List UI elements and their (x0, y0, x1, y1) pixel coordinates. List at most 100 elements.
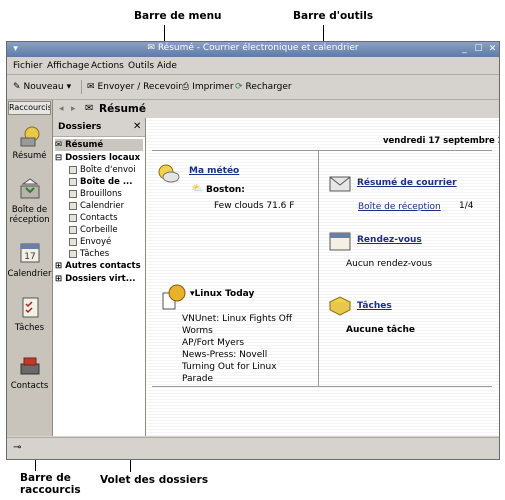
news-feed-title[interactable]: ▾Linux Today (190, 289, 254, 299)
weather-icon (158, 164, 180, 183)
send-receive-label: Envoyer / Recevoir (97, 82, 182, 92)
tasks-icon (22, 297, 38, 318)
app-window: ▾ ✉ Résumé - Courrier électronique et ca… (6, 41, 500, 460)
window-title: ✉ Résumé - Courrier électronique et cale… (7, 43, 499, 53)
menu-outils[interactable]: Outils (128, 61, 154, 71)
no-appointments: Aucun rendez-vous (346, 259, 433, 269)
folder-pane-title: Dossiers (58, 122, 102, 132)
callout-menu-bar: Barre de menu (134, 10, 222, 22)
close-icon[interactable]: ✕ (487, 44, 498, 55)
shortcuts-tab[interactable]: Raccourcis (8, 101, 51, 115)
trash-icon (69, 226, 77, 234)
news-line[interactable]: News-Press: Novell (182, 349, 292, 361)
callout-folder-pane: Volet des dossiers (100, 474, 209, 486)
inbox-link[interactable]: Boîte de réception (358, 202, 441, 212)
shortcut-contacts-label: Contacts (10, 381, 49, 391)
news-line[interactable]: Worms (182, 325, 292, 337)
weather-city-colon: : (241, 185, 245, 195)
tree-label: Calendrier (80, 201, 125, 211)
send-receive-icon: ✉ (87, 82, 95, 92)
title-bar[interactable]: ▾ ✉ Résumé - Courrier électronique et ca… (7, 42, 499, 57)
tree-label: Résumé (65, 140, 104, 150)
menu-aide[interactable]: Aide (157, 61, 177, 71)
calendar-icon: 17 (20, 243, 39, 263)
mail-summary-link[interactable]: Résumé de courrier (357, 178, 457, 188)
tree-item-inbox[interactable]: Boîte de ... (69, 176, 133, 188)
collapse-icon[interactable]: ⊟ (55, 153, 62, 163)
top-divider (152, 150, 492, 151)
reload-label: Recharger (245, 82, 292, 92)
tree-item-summary[interactable]: ✉ Résumé (55, 139, 143, 151)
news-headlines: VNUnet: Linux Fights Off Worms AP/Fort M… (182, 313, 292, 385)
expand-icon[interactable]: ⊞ (55, 274, 62, 284)
news-line[interactable]: VNUnet: Linux Fights Off (182, 313, 292, 325)
inbox-icon (20, 178, 39, 199)
tree-item-sent[interactable]: Envoyé (69, 236, 111, 248)
tasks-link[interactable]: Tâches (357, 301, 392, 311)
print-label: Imprimer (192, 82, 234, 92)
tree-item-other-contacts[interactable]: ⊞ Autres contacts (55, 260, 141, 272)
news-line[interactable]: Turning Out for Linux (182, 361, 292, 373)
contacts-small-icon (69, 214, 77, 222)
menu-actions[interactable]: Actions (91, 61, 124, 71)
tree-label: Envoyé (80, 237, 112, 247)
shortcut-summary[interactable]: Résumé (7, 122, 52, 161)
folder-pane-header: Dossiers ✕ (53, 118, 145, 137)
tree-label: Dossiers virt... (65, 274, 136, 284)
path-title: Résumé (99, 103, 146, 115)
shortcut-contacts[interactable]: Contacts (7, 352, 52, 391)
folder-pane: Dossiers ✕ ✉ Résumé ⊟ Dossiers locaux Boît… (53, 118, 146, 436)
print-button[interactable]: ⎙ Imprimer (182, 80, 234, 94)
weather-conditions: Few clouds 71.6 F (214, 201, 295, 211)
toolbar-separator (81, 80, 82, 94)
calendar-small-icon (69, 202, 77, 210)
new-icon: ✎ (13, 82, 21, 92)
tree-item-contacts[interactable]: Contacts (69, 212, 118, 224)
menu-fichier[interactable]: Fichier (13, 61, 42, 71)
tree-item-tasks[interactable]: Tâches (69, 248, 109, 260)
window-title-text: Résumé - Courrier électronique et calend… (157, 43, 359, 53)
new-button[interactable]: ✎ Nouveau ▾ (13, 80, 71, 94)
few-clouds-icon: ⛅ (192, 184, 204, 194)
status-bar: ⊸ (7, 437, 499, 459)
printer-icon: ⎙ (182, 82, 190, 92)
shortcut-inbox[interactable]: Boîte de réception (7, 176, 52, 225)
expand-icon[interactable]: ⊞ (55, 261, 62, 271)
reload-button[interactable]: ⟳ Recharger (235, 80, 292, 94)
tree-label: Corbeille (80, 225, 118, 235)
tree-item-trash[interactable]: Corbeille (69, 224, 118, 236)
back-icon[interactable]: ◂ (59, 104, 64, 114)
tree-label: Dossiers locaux (65, 153, 141, 163)
tree-item-local-folders[interactable]: ⊟ Dossiers locaux (55, 152, 140, 164)
inbox-count: 1/4 (459, 201, 474, 211)
shortcut-summary-label: Résumé (12, 151, 47, 161)
menu-affichage[interactable]: Affichage (47, 61, 89, 71)
summary-icon (20, 126, 39, 147)
shortcut-calendar-label: Calendrier (7, 269, 52, 279)
tree-item-drafts[interactable]: Brouillons (69, 188, 122, 200)
summary-small-icon: ✉ (147, 43, 155, 53)
forward-icon[interactable]: ▸ (71, 104, 76, 114)
tree-item-outbox[interactable]: Boîte d'envoi (69, 164, 136, 176)
summary-path-icon: ✉ (85, 103, 94, 114)
maximize-icon[interactable]: ☐ (473, 44, 484, 55)
column-divider (318, 151, 319, 387)
tree-item-calendar[interactable]: Calendrier (69, 200, 124, 212)
shortcut-calendar[interactable]: 17 Calendrier (7, 240, 52, 279)
folder-pane-close-icon[interactable]: ✕ (133, 121, 141, 132)
weather-link[interactable]: Ma météo (189, 166, 239, 176)
minimize-icon[interactable]: _ (459, 44, 470, 55)
shortcut-tasks[interactable]: Tâches (7, 294, 52, 333)
news-icon (162, 284, 186, 310)
tree-item-virtual-folders[interactable]: ⊞ Dossiers virt... (55, 273, 135, 285)
new-dropdown-icon[interactable]: ▾ (67, 82, 72, 92)
shortcut-inbox-label: Boîte de réception (9, 205, 50, 225)
shortcut-bar: Raccourcis Résumé Boîte de réception 17 … (7, 100, 53, 436)
callout-toolbar: Barre d'outils (293, 10, 374, 22)
news-line[interactable]: Parade (182, 373, 292, 385)
tree-label: Tâches (80, 249, 110, 259)
appointments-link[interactable]: Rendez-vous (357, 235, 422, 245)
online-status-icon[interactable]: ⊸ (13, 442, 21, 453)
news-line[interactable]: AP/Fort Myers (182, 337, 292, 349)
send-receive-button[interactable]: ✉ Envoyer / Recevoir (87, 80, 182, 94)
